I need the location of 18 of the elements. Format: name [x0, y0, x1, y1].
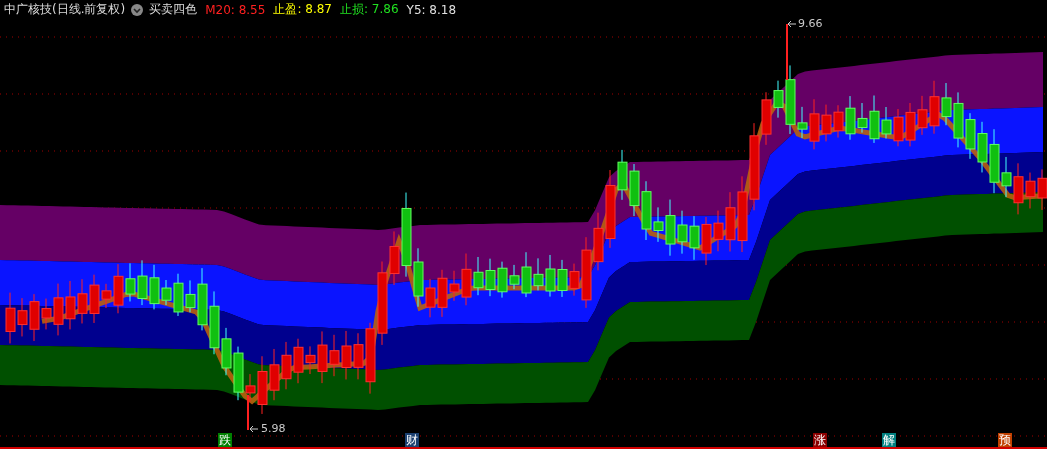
signal-tag: 解 — [882, 433, 896, 447]
arrow-icon — [787, 20, 797, 28]
indicator-name: 买卖四色 — [149, 1, 198, 18]
indicator-reading: M20: 8.55 — [205, 2, 266, 17]
low-price-label: 5.98 — [261, 422, 286, 435]
indicator-reading: 止损: 7.86 — [339, 1, 399, 18]
indicator-reading: 止盈: 8.87 — [273, 1, 332, 18]
arrow-icon — [249, 425, 259, 433]
dropdown-icon[interactable] — [131, 3, 144, 16]
signal-tag: 跌 — [218, 433, 232, 447]
signal-tag: 涨 — [813, 433, 827, 447]
signal-tag: 预 — [998, 433, 1012, 447]
signal-tag: 财 — [405, 433, 419, 447]
high-price-label: 9.66 — [798, 17, 823, 30]
indicator-reading: Y5: 8.18 — [406, 2, 457, 17]
stock-name: 中广核技(日线.前复权) — [4, 1, 126, 18]
candle-wick-line — [247, 394, 249, 431]
candle-wick-line — [786, 23, 788, 81]
